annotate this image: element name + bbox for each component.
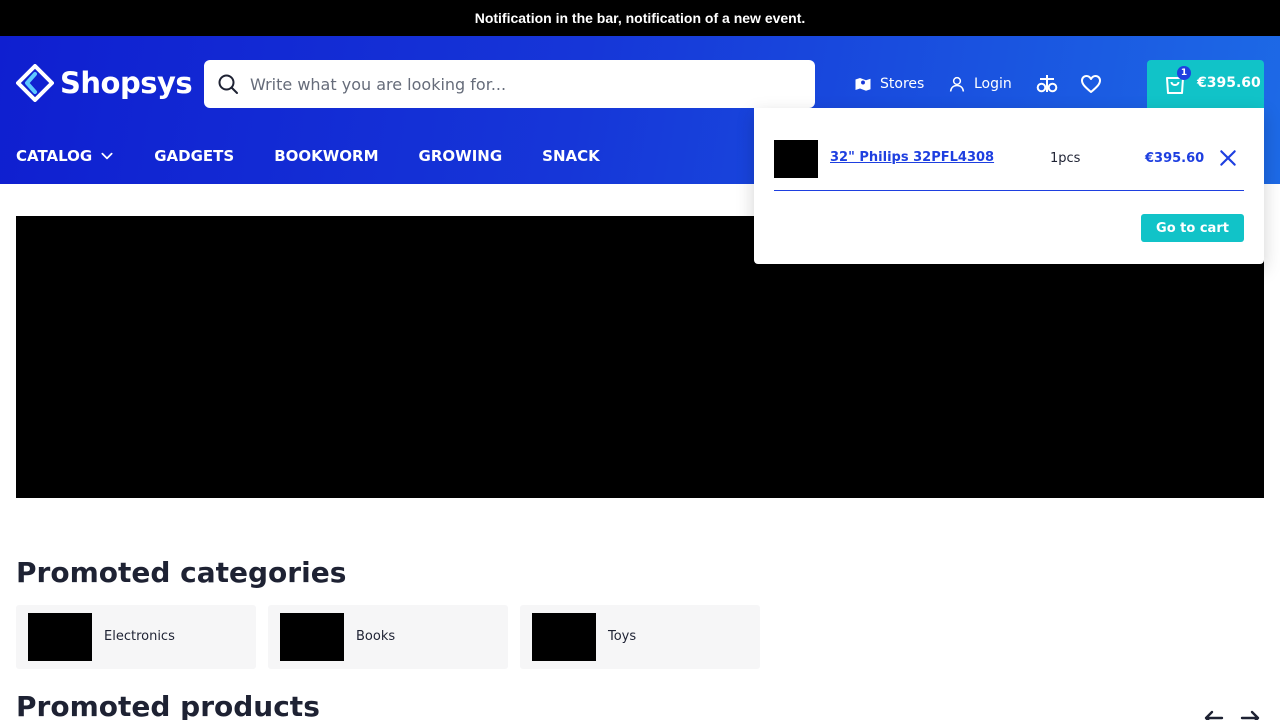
category-label: Books	[356, 629, 396, 644]
nav-item-growing[interactable]: GROWING	[419, 147, 503, 165]
promoted-products-title: Promoted products	[16, 690, 320, 720]
category-card-electronics[interactable]: Electronics	[16, 605, 256, 669]
nav-item-gadgets[interactable]: GADGETS	[154, 147, 234, 165]
nav-item-bookworm[interactable]: BOOKWORM	[274, 147, 378, 165]
category-card-toys[interactable]: Toys	[520, 605, 760, 669]
login-link[interactable]: Login	[948, 72, 1012, 96]
logo[interactable]: Shopsys	[16, 64, 193, 102]
stores-link[interactable]: Stores	[854, 72, 924, 96]
notification-bar: Notification in the bar, notification of…	[0, 0, 1280, 36]
search-input[interactable]	[250, 60, 800, 108]
stores-label: Stores	[880, 76, 925, 92]
cart-count-badge: 1	[1177, 66, 1191, 80]
promoted-categories-title: Promoted categories	[16, 556, 347, 589]
cart-dropdown: 32" Philips 32PFL4308 1pcs €395.60 Go to…	[754, 108, 1264, 264]
search-icon[interactable]	[216, 72, 240, 96]
cart-item-name-link[interactable]: 32" Philips 32PFL4308	[830, 150, 994, 165]
main-navigation: CATALOG GADGETS BOOKWORM GROWING SNACK	[16, 136, 640, 176]
close-icon[interactable]	[1218, 148, 1238, 168]
chevron-down-icon	[101, 152, 113, 160]
cart-item-image[interactable]	[774, 140, 818, 178]
category-label: Electronics	[104, 629, 175, 644]
logo-text: Shopsys	[60, 66, 193, 100]
go-to-cart-button[interactable]: Go to cart	[1141, 214, 1244, 242]
cart-item-quantity-unit: pcs	[1058, 151, 1081, 166]
nav-item-label: GADGETS	[154, 147, 235, 165]
nav-item-label: SNACK	[542, 147, 600, 165]
nav-item-label: GROWING	[418, 147, 503, 165]
shopsys-logo-icon	[16, 64, 54, 102]
nav-item-catalog[interactable]: CATALOG	[16, 147, 114, 165]
arrow-right-icon[interactable]	[1238, 706, 1262, 720]
notification-text: Notification in the bar, notification of…	[474, 10, 806, 26]
search-bar	[204, 60, 815, 108]
category-card-books[interactable]: Books	[268, 605, 508, 669]
category-image	[28, 613, 92, 661]
cart-item-divider	[774, 190, 1244, 191]
user-icon	[949, 76, 965, 92]
cart-item-price: €395.60	[1145, 151, 1205, 166]
nav-item-label: BOOKWORM	[274, 147, 379, 165]
compare-icon[interactable]	[1035, 72, 1059, 96]
category-label: Toys	[608, 629, 637, 644]
cart-total: €395.60	[1197, 75, 1261, 91]
category-image	[532, 613, 596, 661]
map-icon	[855, 78, 871, 91]
category-image	[280, 613, 344, 661]
heart-icon[interactable]	[1079, 72, 1103, 96]
arrow-left-icon[interactable]	[1202, 706, 1226, 720]
nav-item-snack[interactable]: SNACK	[542, 147, 600, 165]
cart-button[interactable]: 1 €395.60	[1147, 60, 1264, 108]
nav-item-label: CATALOG	[16, 147, 93, 165]
login-label: Login	[974, 76, 1012, 92]
cart-item-quantity: 1pcs	[1050, 151, 1080, 166]
